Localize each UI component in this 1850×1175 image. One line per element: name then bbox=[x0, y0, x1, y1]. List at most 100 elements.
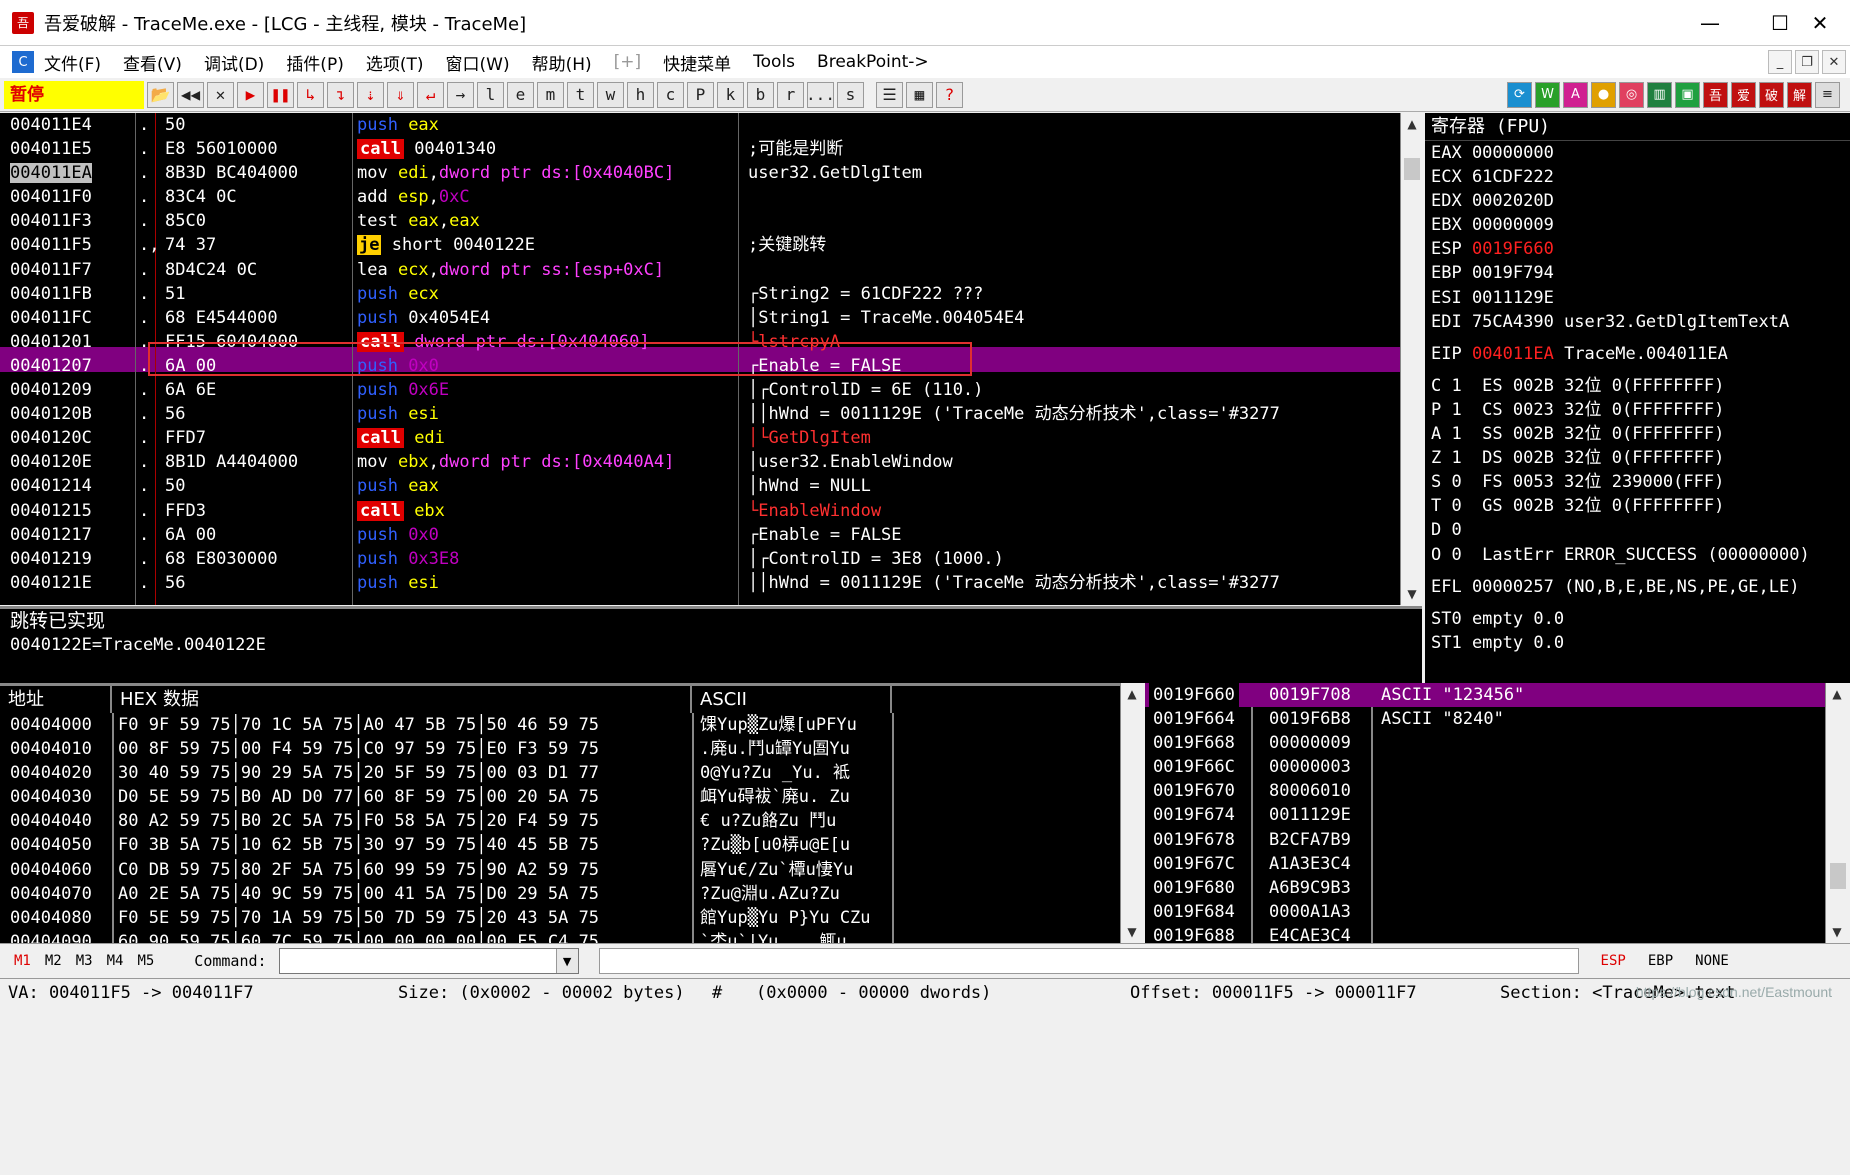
register-row[interactable]: EFL 00000257 (NO,B,E,BE,NS,PE,GE,LE) bbox=[1425, 575, 1850, 599]
instruction-bytes[interactable]: 85C0 bbox=[165, 209, 353, 233]
restart-icon[interactable]: ◀◀ bbox=[177, 81, 204, 108]
register-row[interactable]: ST0 empty 0.0 bbox=[1425, 607, 1850, 631]
mdi-close-button[interactable]: ✕ bbox=[1822, 50, 1846, 74]
instruction-asm[interactable]: lea ecx,dword ptr ss:[esp+0xC] bbox=[357, 258, 739, 282]
menu-debug[interactable]: 调试(D) bbox=[204, 50, 264, 75]
ebp-toggle[interactable]: EBP bbox=[1648, 953, 1673, 969]
instruction-address[interactable]: 004011F3 bbox=[0, 209, 135, 233]
list-icon[interactable]: ☰ bbox=[876, 81, 903, 108]
instruction-bytes[interactable]: FFD3 bbox=[165, 499, 353, 523]
instruction-asm[interactable]: push ecx bbox=[357, 282, 739, 306]
register-value[interactable]: 0019F660 bbox=[1472, 239, 1554, 259]
instruction-bytes[interactable]: E8 56010000 bbox=[165, 137, 353, 161]
view-references-icon[interactable]: r bbox=[777, 81, 804, 108]
view-source-icon[interactable]: s bbox=[837, 81, 864, 108]
instruction-address[interactable]: 00401215 bbox=[0, 499, 135, 523]
dump-row[interactable]: 00404000 F0 9F 59 75│70 1C 5A 75│A0 47 5B… bbox=[0, 713, 1120, 737]
view-threads-icon[interactable]: t bbox=[567, 81, 594, 108]
register-row[interactable]: ST1 empty 0.0 bbox=[1425, 631, 1850, 655]
register-row[interactable]: EBP 0019F794 bbox=[1425, 261, 1850, 285]
plugin-target-icon[interactable]: ◎ bbox=[1619, 81, 1644, 108]
instruction-asm[interactable]: push eax bbox=[357, 474, 739, 498]
register-row[interactable]: T 0 GS 002B 32位 0(FFFFFFFF) bbox=[1425, 494, 1850, 518]
registers-header[interactable]: 寄存器 (FPU) bbox=[1425, 113, 1850, 141]
instruction-address[interactable]: 00401207 bbox=[0, 354, 135, 378]
run-icon[interactable]: ▶ bbox=[237, 81, 264, 108]
disassembly-scrollbar[interactable]: ▲ ▼ bbox=[1400, 113, 1422, 605]
none-toggle[interactable]: NONE bbox=[1695, 953, 1729, 969]
goto-icon[interactable]: → bbox=[447, 81, 474, 108]
register-value[interactable]: 004011EA bbox=[1472, 344, 1554, 364]
instruction-bytes[interactable]: 50 bbox=[165, 474, 353, 498]
stack-row[interactable]: 0019F660 0019F708 ASCII "123456" bbox=[1145, 683, 1825, 708]
stack-row[interactable]: 0019F66C 00000003 bbox=[1145, 755, 1825, 779]
instruction-address[interactable]: 00401209 bbox=[0, 378, 135, 402]
scroll-up-icon[interactable]: ▲ bbox=[1401, 113, 1423, 135]
instruction-address[interactable]: 004011FB bbox=[0, 282, 135, 306]
open-icon[interactable]: 📂 bbox=[147, 81, 174, 108]
instruction-asm[interactable]: push 0x0 bbox=[357, 523, 739, 547]
scroll-down-icon[interactable]: ▼ bbox=[1121, 921, 1143, 943]
register-row[interactable]: EIP 004011EA TraceMe.004011EA bbox=[1425, 342, 1850, 366]
register-row[interactable]: EAX 00000000 bbox=[1425, 141, 1850, 165]
instruction-asm[interactable]: test eax,eax bbox=[357, 209, 739, 233]
stack-row[interactable]: 0019F678 B2CFA7B9 bbox=[1145, 828, 1825, 852]
plugin-jie-icon[interactable]: 解 bbox=[1787, 81, 1812, 108]
dump-row[interactable]: 00404080 F0 5E 59 75│70 1A 59 75│50 7D 59… bbox=[0, 906, 1120, 930]
plugin-window-icon[interactable]: ▣ bbox=[1675, 81, 1700, 108]
help-icon[interactable]: ? bbox=[936, 81, 963, 108]
instruction-asm[interactable]: push 0x4054E4 bbox=[357, 306, 739, 330]
trace-into-icon[interactable]: ⇣ bbox=[357, 81, 384, 108]
plugin-circle-icon[interactable]: ● bbox=[1591, 81, 1616, 108]
stack-row[interactable]: 0019F668 00000009 bbox=[1145, 731, 1825, 755]
instruction-address[interactable]: 0040121E bbox=[0, 571, 135, 595]
plugin-refresh-icon[interactable]: ⟳ bbox=[1507, 81, 1532, 108]
child-window-icon[interactable]: C bbox=[12, 51, 34, 73]
instruction-bytes[interactable]: FFD7 bbox=[165, 426, 353, 450]
step-into-icon[interactable]: ↳ bbox=[297, 81, 324, 108]
instruction-address[interactable]: 004011EA bbox=[0, 161, 135, 185]
scroll-thumb[interactable] bbox=[1830, 863, 1846, 889]
view-cpu-icon[interactable]: c bbox=[657, 81, 684, 108]
menu-options[interactable]: 选项(T) bbox=[366, 50, 424, 75]
instruction-asm[interactable]: je short 0040122E bbox=[357, 233, 739, 257]
dump-row[interactable]: 00404050 F0 3B 5A 75│10 62 5B 75│30 97 59… bbox=[0, 833, 1120, 857]
instruction-address[interactable]: 004011E5 bbox=[0, 137, 135, 161]
stack-pane[interactable]: 0019F660 0019F708 ASCII "123456" 0019F664 00… bbox=[1145, 683, 1825, 943]
instruction-address[interactable]: 004011F5 bbox=[0, 233, 135, 257]
m5-tab[interactable]: M5 bbox=[137, 953, 154, 969]
menu-shortcut[interactable]: 快捷菜单 bbox=[663, 50, 731, 75]
register-row[interactable]: EDI 75CA4390 user32.GetDlgItemTextA bbox=[1425, 310, 1850, 334]
dump-row[interactable]: 00404060 C0 DB 59 75│80 2F 5A 75│60 99 59… bbox=[0, 858, 1120, 882]
plugin-ollydump-icon[interactable]: W bbox=[1535, 81, 1560, 108]
register-row[interactable]: EDX 0002020D bbox=[1425, 189, 1850, 213]
instruction-asm[interactable]: push esi bbox=[357, 571, 739, 595]
registers-pane[interactable]: 寄存器 (FPU) EAX 00000000 ECX 61CDF222 EDX 00… bbox=[1425, 113, 1850, 683]
stack-row[interactable]: 0019F67C A1A3E3C4 bbox=[1145, 852, 1825, 876]
instruction-address[interactable]: 0040120E bbox=[0, 450, 135, 474]
stack-row[interactable]: 0019F664 0019F6B8 ASCII "8240" bbox=[1145, 707, 1825, 731]
instruction-bytes[interactable]: 68 E8030000 bbox=[165, 547, 353, 571]
dump-row[interactable]: 00404010 00 8F 59 75│00 F4 59 75│C0 97 59… bbox=[0, 737, 1120, 761]
instruction-bytes[interactable]: 83C4 0C bbox=[165, 185, 353, 209]
disassembly-pane[interactable]: 004011E4 004011E5 004011EA 004011F0 004011F3… bbox=[0, 113, 1400, 605]
scroll-down-icon[interactable]: ▼ bbox=[1826, 921, 1848, 943]
instruction-bytes[interactable]: 51 bbox=[165, 282, 353, 306]
dump-header-hex[interactable]: HEX 数据 bbox=[112, 686, 692, 713]
menu-tools[interactable]: Tools bbox=[753, 52, 795, 72]
dump-row[interactable]: 00404090 60 90 59 75│60 7C 59 75│00 00 00… bbox=[0, 930, 1120, 943]
close-process-icon[interactable]: ✕ bbox=[207, 81, 234, 108]
dump-header-ascii[interactable]: ASCII bbox=[692, 686, 892, 713]
stack-row[interactable]: 0019F688 E4CAE3C4 bbox=[1145, 924, 1825, 943]
mdi-minimize-button[interactable]: _ bbox=[1768, 50, 1792, 74]
instruction-asm[interactable]: push 0x6E bbox=[357, 378, 739, 402]
register-row[interactable]: Z 1 DS 002B 32位 0(FFFFFFFF) bbox=[1425, 446, 1850, 470]
stack-row[interactable]: 0019F680 A6B9C9B3 bbox=[1145, 876, 1825, 900]
view-modules-icon[interactable]: e bbox=[507, 81, 534, 108]
instruction-address[interactable]: 00401201 bbox=[0, 330, 135, 354]
instruction-bytes[interactable]: 6A 00 bbox=[165, 523, 353, 547]
selected-address[interactable]: 004011EA bbox=[10, 163, 92, 184]
execute-till-return-icon[interactable]: ↵ bbox=[417, 81, 444, 108]
instruction-address[interactable]: 004011F0 bbox=[0, 185, 135, 209]
instruction-address[interactable]: 00401219 bbox=[0, 547, 135, 571]
